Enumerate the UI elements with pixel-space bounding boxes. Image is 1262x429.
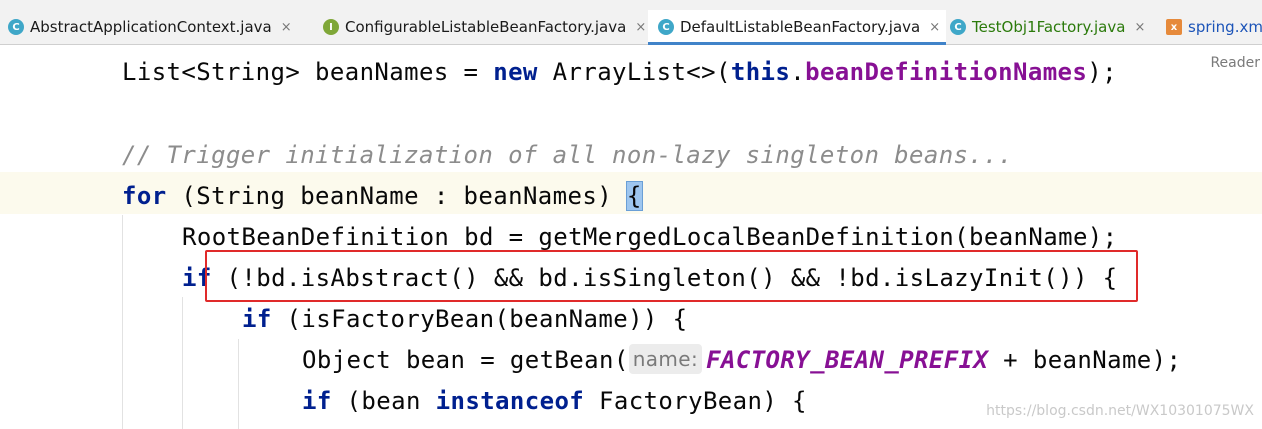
matched-brace: { [625, 181, 643, 211]
close-icon[interactable]: × [635, 20, 646, 35]
close-icon[interactable]: × [929, 20, 940, 35]
code-line-instanceof: if (bean instanceof FactoryBean) { [302, 387, 807, 415]
code-line-1: List<String> beanNames = new ArrayList<>… [122, 58, 1117, 86]
tab-label: TestObj1Factory.java [972, 18, 1126, 36]
code-line-get-bean: Object bean = getBean(name: FACTORY_BEAN_… [302, 344, 1182, 374]
tab-label: DefaultListableBeanFactory.java [680, 18, 921, 36]
tab-label: spring.xm [1188, 18, 1262, 36]
tab-test-obj1-factory[interactable]: C TestObj1Factory.java × [950, 10, 1145, 44]
indent-guide [182, 297, 183, 429]
class-icon: C [950, 19, 966, 35]
code-line-for: for (String beanName : beanNames) { [122, 181, 643, 211]
close-icon[interactable]: × [281, 20, 292, 35]
watermark: https://blog.csdn.net/WX10301075WX [986, 403, 1254, 419]
tab-configurable-listable-bean-factory[interactable]: I ConfigurableListableBeanFactory.java × [323, 10, 646, 44]
parameter-hint: name: [628, 344, 703, 374]
tab-label: ConfigurableListableBeanFactory.java [345, 18, 627, 36]
code-line-comment: // Trigger initialization of all non-laz… [122, 141, 1013, 169]
interface-icon: I [323, 19, 339, 35]
class-icon: C [658, 19, 674, 35]
code-line-if-factory-bean: if (isFactoryBean(beanName)) { [242, 305, 688, 333]
class-icon: C [8, 19, 24, 35]
code-editor[interactable]: List<String> beanNames = new ArrayList<>… [0, 45, 1262, 429]
indent-guide [238, 339, 239, 429]
reader-mode-toggle[interactable]: Reader [1210, 55, 1260, 71]
indent-guide [122, 215, 123, 429]
tab-spring-xml[interactable]: x spring.xm [1166, 10, 1262, 44]
xml-file-icon: x [1166, 19, 1182, 35]
editor-tab-bar: C AbstractApplicationContext.java × I Co… [0, 10, 1262, 45]
tab-default-listable-bean-factory[interactable]: C DefaultListableBeanFactory.java × [648, 10, 947, 45]
tab-label: AbstractApplicationContext.java [30, 18, 272, 36]
highlight-annotation-box [205, 250, 1138, 302]
tab-abstract-application-context[interactable]: C AbstractApplicationContext.java × [8, 10, 292, 44]
close-icon[interactable]: × [1134, 20, 1145, 35]
